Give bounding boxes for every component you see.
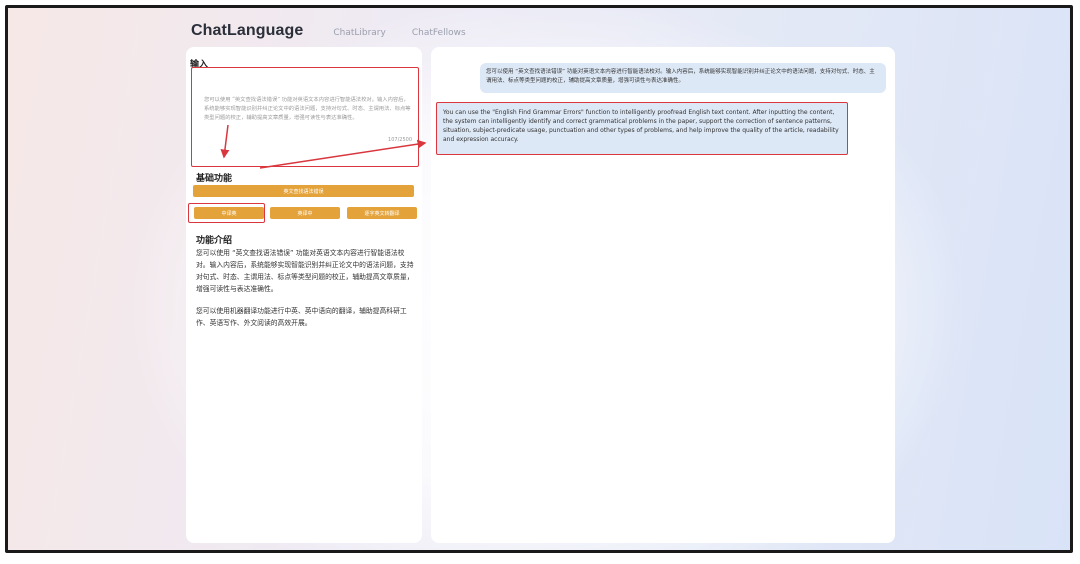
nav-link-chatfellows[interactable]: ChatFellows <box>412 28 466 38</box>
intro-title: 功能介绍 <box>196 236 233 246</box>
intro-paragraph-1: 您可以使用 “英文查找语法错误” 功能对英语文本内容进行智能语法校对。输入内容后… <box>196 249 414 293</box>
en-to-zh-button[interactable]: 英译中 <box>270 207 340 219</box>
grammar-check-button[interactable]: 英文查找语法错误 <box>193 185 414 197</box>
annotation-highlight-button <box>188 203 265 223</box>
char-counter: 107/2500 <box>388 137 412 143</box>
chat-panel: 您可以使用 “英文查找语法错误” 功能对英语文本内容进行智能语法校对。输入内容后… <box>431 47 895 543</box>
top-nav: ChatLanguage ChatLibrary ChatFellows <box>191 22 466 40</box>
bot-response-bubble: You can use the "English Find Grammar Er… <box>436 102 848 155</box>
intro-paragraph-2: 您可以使用机器翻译功能进行中英、英中语向的翻译，辅助提高科研工作、英语写作、外文… <box>196 307 407 327</box>
input-text-value: 您可以使用 “英文查找语法错误” 功能对英语文本内容进行智能语法校对。输入内容后… <box>204 97 411 121</box>
nav-link-chatlibrary[interactable]: ChatLibrary <box>333 28 386 38</box>
input-textarea[interactable]: 您可以使用 “英文查找语法错误” 功能对英语文本内容进行智能语法校对。输入内容后… <box>191 67 419 167</box>
app-logo[interactable]: ChatLanguage <box>191 22 303 40</box>
left-panel: 输入 您可以使用 “英文查找语法错误” 功能对英语文本内容进行智能语法校对。输入… <box>186 47 422 543</box>
user-message-bubble: 您可以使用 “英文查找语法错误” 功能对英语文本内容进行智能语法校对。输入内容后… <box>480 63 886 93</box>
free-translate-button[interactable]: 逐字英文转翻译 <box>347 207 417 219</box>
screenshot-frame: ChatLanguage ChatLibrary ChatFellows 输入 … <box>5 5 1073 553</box>
basic-functions-title: 基础功能 <box>196 174 233 184</box>
